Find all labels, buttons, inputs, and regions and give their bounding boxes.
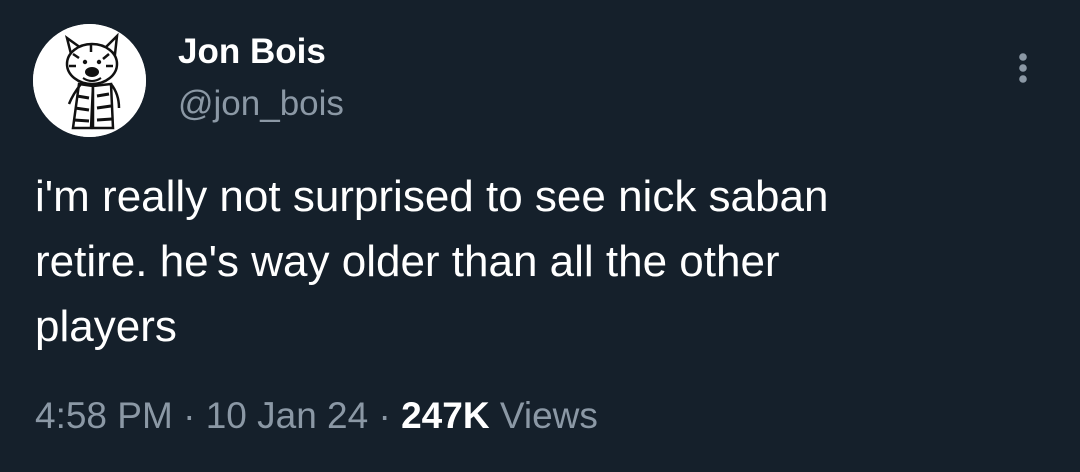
author-display-name[interactable]: Jon Bois [178,31,326,73]
views-count[interactable]: 247K [401,395,489,436]
calvin-and-hobbes-avatar-icon [33,24,146,137]
meta-separator: · [183,395,196,436]
tweet-date[interactable]: 10 Jan 24 [206,395,369,436]
more-options-button[interactable] [1003,48,1043,88]
views-label: Views [499,395,598,436]
tweet-meta: 4:58 PM · 10 Jan 24 · 247K Views [35,392,598,440]
tweet-card: Jon Bois @jon_bois i'm really not surpri… [0,0,1080,472]
tweet-text: i'm really not surprised to see nick sab… [35,172,829,351]
avatar[interactable] [33,24,146,137]
more-vertical-icon [1019,53,1027,83]
meta-separator: · [378,395,391,436]
author-handle[interactable]: @jon_bois [178,83,344,125]
tweet-time[interactable]: 4:58 PM [35,395,173,436]
